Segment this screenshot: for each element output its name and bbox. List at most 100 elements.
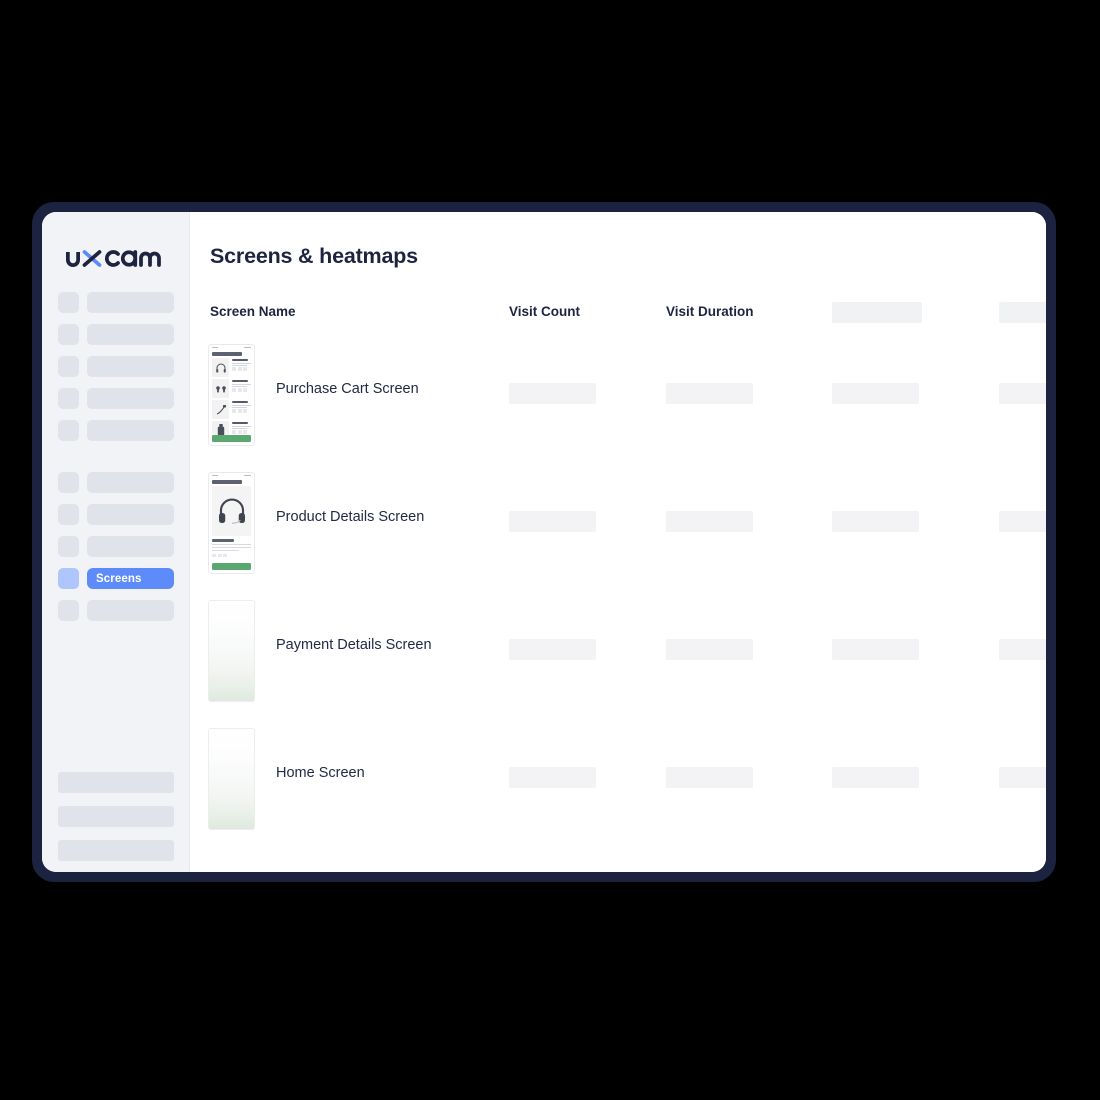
placeholder-label	[87, 472, 174, 493]
item-text	[232, 358, 251, 377]
sidebar-item-placeholder-7[interactable]	[58, 504, 174, 525]
phone-mockup	[208, 600, 255, 702]
table-row[interactable]: Product Details Screen	[190, 468, 1046, 596]
sidebar: Screens	[42, 212, 190, 872]
placeholder-icon	[58, 292, 79, 313]
sidebar-footer-placeholder-2[interactable]	[58, 806, 174, 827]
product-title	[212, 539, 234, 542]
column-header-screen-name[interactable]: Screen Name	[210, 304, 296, 319]
status-bar	[209, 473, 254, 478]
sidebar-item-screens[interactable]: Screens	[58, 568, 174, 589]
status-icons	[244, 346, 251, 349]
visit-duration-value	[666, 639, 753, 660]
phone-mockup	[208, 472, 255, 574]
item-text	[232, 379, 251, 398]
cable-icon	[212, 400, 229, 419]
sidebar-item-placeholder-6[interactable]	[58, 472, 174, 493]
cart-line-item	[212, 358, 251, 377]
sidebar-nav-group-secondary: Screens	[58, 472, 174, 632]
earbuds-icon	[212, 379, 229, 398]
screen-name-label: Product Details Screen	[276, 509, 425, 525]
product-desc-line	[212, 544, 251, 546]
home-screen-thumbnail[interactable]	[208, 728, 255, 830]
sidebar-item-placeholder-5[interactable]	[58, 420, 174, 441]
make-order-button[interactable]	[212, 435, 251, 442]
cell-placeholder-5	[999, 767, 1046, 788]
sidebar-item-placeholder-4[interactable]	[58, 388, 174, 409]
placeholder-icon	[58, 536, 79, 557]
product-heading	[212, 480, 242, 484]
visit-count-value	[509, 511, 596, 532]
cell-placeholder-4	[832, 511, 919, 532]
sidebar-footer-placeholder-1[interactable]	[58, 772, 174, 793]
screen-name-label: Purchase Cart Screen	[276, 381, 419, 397]
screens-table: Screen Name Visit Count Visit Duration P…	[190, 296, 1046, 852]
placeholder-icon	[58, 472, 79, 493]
column-header-visit-count[interactable]: Visit Count	[509, 304, 580, 319]
status-bar	[209, 345, 254, 350]
placeholder-icon	[58, 324, 79, 345]
table-row[interactable]: Purchase Cart Screen	[190, 340, 1046, 468]
sidebar-item-placeholder-8[interactable]	[58, 536, 174, 557]
sidebar-item-label: Screens	[87, 568, 174, 589]
cart-heading	[212, 352, 242, 356]
phone-mockup	[208, 728, 255, 830]
status-time	[212, 474, 218, 477]
product-desc-line	[212, 549, 239, 551]
visit-count-value	[509, 383, 596, 404]
app-window-frame: Screens Screens & heatmaps Screen Name V…	[32, 202, 1056, 882]
placeholder-icon	[58, 356, 79, 377]
status-icons	[244, 474, 251, 477]
add-to-cart-button[interactable]	[212, 563, 251, 570]
payment-details-screen-thumbnail[interactable]	[208, 600, 255, 702]
quantity-stepper[interactable]	[232, 409, 251, 413]
uxcam-logo-icon	[66, 250, 161, 267]
headphones-icon	[212, 358, 229, 377]
cell-placeholder-4	[832, 767, 919, 788]
screen-name-label: Home Screen	[276, 765, 365, 781]
table-row[interactable]: Payment Details Screen	[190, 596, 1046, 724]
cell-placeholder-4	[832, 383, 919, 404]
placeholder-icon	[58, 504, 79, 525]
placeholder-label	[87, 324, 174, 345]
placeholder-icon	[58, 420, 79, 441]
quantity-stepper[interactable]	[212, 553, 254, 558]
product-details-screen-thumbnail[interactable]	[208, 472, 255, 574]
sidebar-nav-group-primary	[58, 292, 174, 452]
cell-placeholder-4	[832, 639, 919, 660]
placeholder-label	[87, 504, 174, 525]
sidebar-item-placeholder-1[interactable]	[58, 292, 174, 313]
purchase-cart-screen-thumbnail[interactable]	[208, 344, 255, 446]
column-header-placeholder-5[interactable]	[999, 302, 1046, 323]
sidebar-item-placeholder-3[interactable]	[58, 356, 174, 377]
page-title: Screens & heatmaps	[210, 244, 418, 268]
sidebar-item-placeholder-2[interactable]	[58, 324, 174, 345]
cart-line-item	[212, 379, 251, 398]
table-header-row: Screen Name Visit Count Visit Duration	[190, 296, 1046, 340]
placeholder-label	[87, 292, 174, 313]
quantity-stepper[interactable]	[232, 430, 251, 434]
status-time	[212, 346, 218, 349]
placeholder-icon	[58, 600, 79, 621]
cell-placeholder-5	[999, 383, 1046, 404]
cell-placeholder-5	[999, 511, 1046, 532]
sidebar-nav-group-footer	[58, 772, 174, 872]
app-window: Screens Screens & heatmaps Screen Name V…	[42, 212, 1046, 872]
item-text	[232, 400, 251, 419]
sidebar-footer-placeholder-3[interactable]	[58, 840, 174, 861]
placeholder-label	[87, 388, 174, 409]
product-desc-line	[212, 546, 251, 549]
placeholder-label	[87, 600, 174, 621]
quantity-stepper[interactable]	[232, 388, 251, 392]
placeholder-label	[87, 536, 174, 557]
table-row[interactable]: Home Screen	[190, 724, 1046, 852]
screens-icon	[58, 568, 79, 589]
cell-placeholder-5	[999, 639, 1046, 660]
column-header-placeholder-4[interactable]	[832, 302, 922, 323]
column-header-visit-duration[interactable]: Visit Duration	[666, 304, 754, 319]
visit-duration-value	[666, 511, 753, 532]
sidebar-item-placeholder-9[interactable]	[58, 600, 174, 621]
product-hero-image	[212, 486, 251, 536]
quantity-stepper[interactable]	[232, 367, 251, 371]
visit-count-value	[509, 639, 596, 660]
